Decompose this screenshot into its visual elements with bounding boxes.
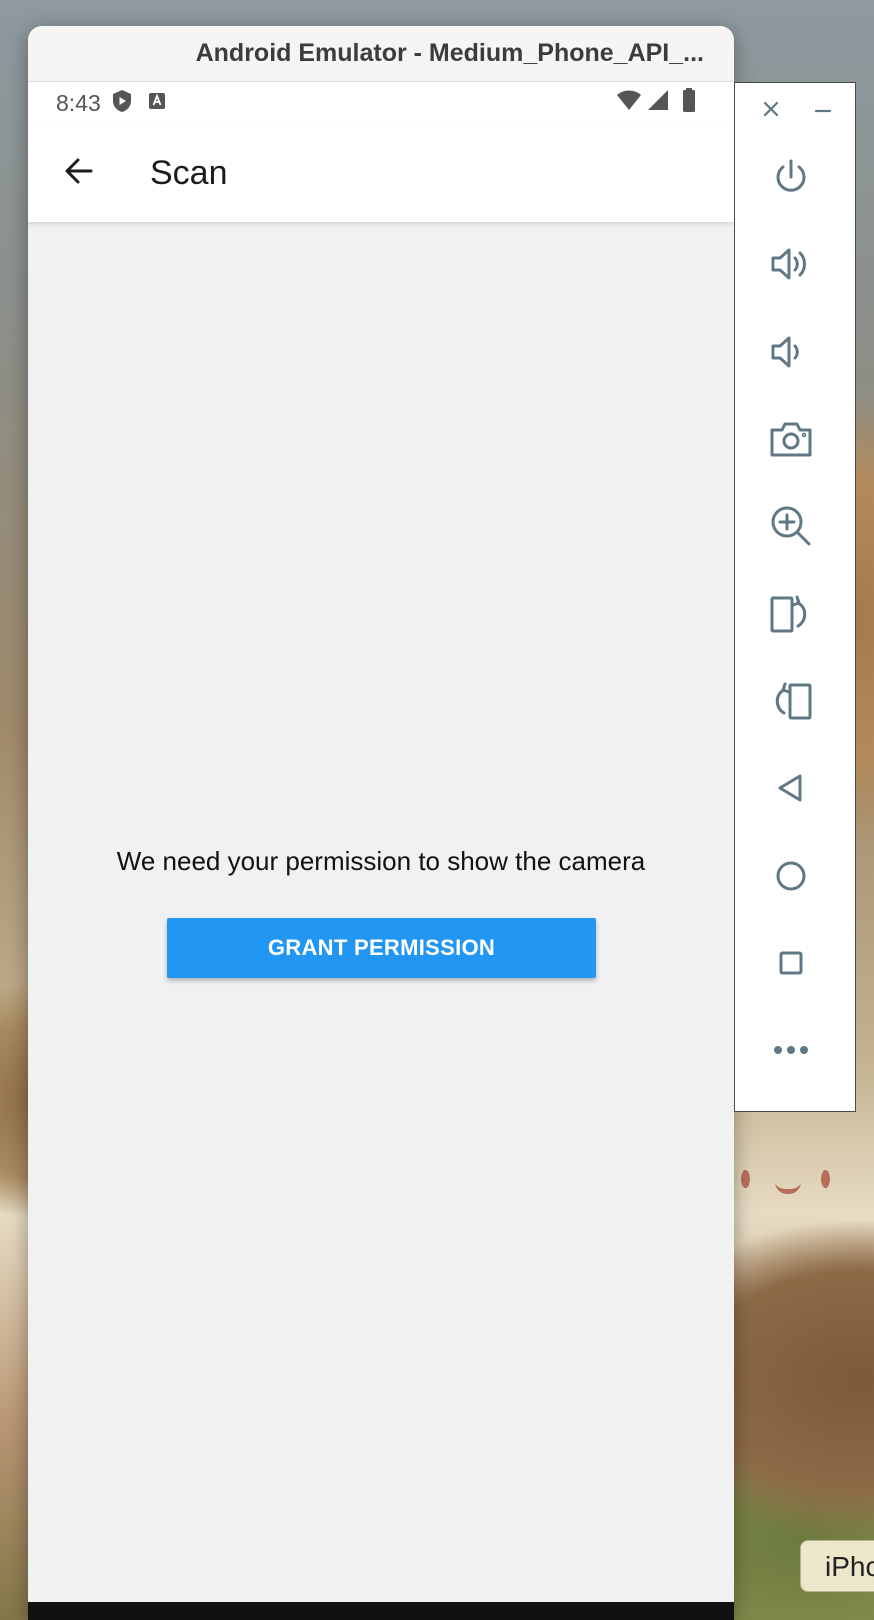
grant-permission-button[interactable]: GRANT PERMISSION <box>167 918 596 978</box>
rotate-right-button[interactable] <box>766 678 816 728</box>
window-titlebar[interactable]: Android Emulator - Medium_Phone_API_... <box>28 26 734 82</box>
volume-down-button[interactable] <box>766 329 816 379</box>
volume-down-icon <box>769 331 813 378</box>
zoom-button[interactable] <box>766 503 816 553</box>
android-status-bar: 8:43 <box>28 82 734 124</box>
back-nav-icon <box>771 768 811 813</box>
close-icon[interactable] <box>759 97 783 121</box>
home-nav-icon <box>771 856 811 901</box>
rotate-left-icon <box>769 593 813 640</box>
volume-up-icon <box>769 243 813 290</box>
camera-icon <box>769 418 813 465</box>
minimize-icon[interactable] <box>811 97 835 121</box>
permission-message: We need your permission to show the came… <box>116 846 646 876</box>
rotate-left-button[interactable] <box>766 591 816 641</box>
arrow-left-icon <box>63 155 95 192</box>
nav-overview-button[interactable] <box>766 940 816 990</box>
device-bottom-edge <box>28 1602 734 1620</box>
iphone-simulator-tab[interactable]: iPhc <box>800 1540 874 1592</box>
wallpaper-face-decoration <box>735 1170 845 1210</box>
keyboard-a-icon <box>147 91 167 116</box>
wifi-icon <box>616 89 642 116</box>
battery-icon <box>682 88 696 117</box>
page-title: Scan <box>150 153 228 192</box>
zoom-icon <box>769 504 813 553</box>
play-protect-icon <box>111 89 133 118</box>
nav-home-button[interactable] <box>766 853 816 903</box>
window-title: Android Emulator - Medium_Phone_API_... <box>195 39 704 67</box>
camera-permission-screen: We need your permission to show the came… <box>28 222 734 1602</box>
more-button[interactable] <box>766 1027 816 1077</box>
nav-back-button[interactable] <box>766 765 816 815</box>
emulator-side-toolbar <box>734 82 856 1112</box>
power-button[interactable] <box>766 154 816 204</box>
power-icon <box>770 156 812 203</box>
back-button[interactable] <box>54 148 104 198</box>
signal-icon <box>646 89 670 116</box>
overview-nav-icon <box>771 943 811 988</box>
rotate-right-icon <box>769 680 813 727</box>
app-bar: Scan <box>28 124 734 222</box>
screenshot-button[interactable] <box>766 416 816 466</box>
emulator-window: Android Emulator - Medium_Phone_API_... … <box>28 26 734 1620</box>
more-icon <box>771 1030 811 1075</box>
volume-up-button[interactable] <box>766 241 816 291</box>
status-time: 8:43 <box>56 89 101 116</box>
